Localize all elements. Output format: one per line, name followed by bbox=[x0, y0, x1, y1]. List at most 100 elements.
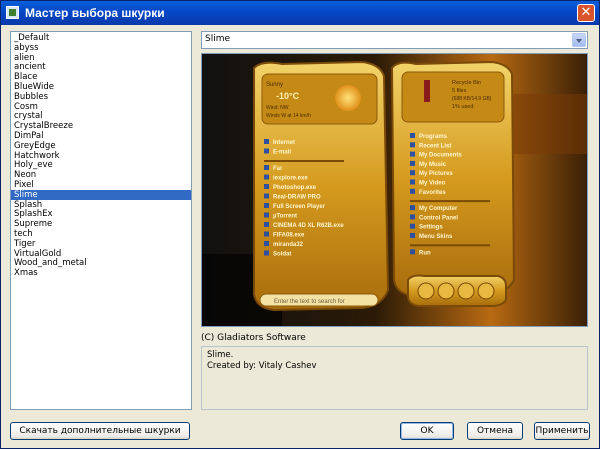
preview-menu-item: µTorrent bbox=[273, 214, 297, 220]
preview-bubble-button-icon bbox=[457, 282, 475, 300]
skin-list-item[interactable]: alien bbox=[11, 53, 191, 63]
skin-preview: Sunny -10°C Wind: NW Winds W at 14 km/h … bbox=[201, 53, 588, 327]
preview-menu-item: Menu Skins bbox=[419, 234, 453, 240]
preview-menu-item: Settings bbox=[419, 225, 443, 231]
preview-menu-item: CINEMA 4D XL R62B.exe bbox=[273, 223, 344, 229]
preview-menu-item: Photoshop.exe bbox=[273, 185, 317, 191]
menu-item-icon bbox=[410, 151, 415, 157]
skin-list-item[interactable]: tech bbox=[11, 229, 191, 239]
recycle-title: Recycle Bin bbox=[452, 80, 481, 86]
weather-city: Sunny bbox=[266, 82, 283, 88]
skin-list-item[interactable]: crystal bbox=[11, 111, 191, 121]
menu-item-icon bbox=[410, 214, 415, 220]
sun-icon bbox=[335, 85, 361, 111]
copyright-label: (C) Gladiators Software bbox=[201, 333, 306, 343]
preview-menu-item: Real-DRAW PRO bbox=[273, 195, 321, 201]
preview-bubble-button-icon bbox=[437, 282, 455, 300]
description-line-2: Created by: Vitaly Cashev bbox=[207, 361, 317, 371]
skin-list-item[interactable]: Tiger bbox=[11, 239, 191, 249]
skin-wizard-window: Мастер выбора шкурки ✕ _Default abyss alie… bbox=[0, 0, 600, 449]
menu-item-icon bbox=[264, 212, 269, 218]
skin-list-item[interactable]: Cosm bbox=[11, 102, 191, 112]
preview-menu-item: My Documents bbox=[419, 153, 462, 159]
preview-bubble-button-icon bbox=[477, 282, 495, 300]
menu-item-icon bbox=[264, 165, 269, 170]
skin-list-item[interactable]: Supreme bbox=[11, 219, 191, 229]
ok-button[interactable]: OK bbox=[400, 422, 454, 440]
menu-separator bbox=[410, 200, 490, 203]
skin-list-item[interactable]: Wood_and_metal bbox=[11, 258, 191, 268]
skin-list-item[interactable]: BlueWide bbox=[11, 82, 191, 92]
recycle-files: 5 files bbox=[452, 88, 467, 94]
skin-list-item[interactable]: Pixel bbox=[11, 180, 191, 190]
menu-item-icon bbox=[410, 205, 415, 211]
skin-dropdown-value: Slime bbox=[205, 34, 231, 44]
description-line-1: Slime. bbox=[207, 350, 234, 360]
menu-item-icon bbox=[410, 223, 415, 229]
preview-menu-item: miranda32 bbox=[273, 242, 304, 248]
menu-item-icon bbox=[264, 203, 269, 208]
title-bar[interactable]: Мастер выбора шкурки ✕ bbox=[1, 1, 599, 25]
preview-menu-item: My Music bbox=[419, 162, 447, 168]
skin-list-item[interactable]: abyss bbox=[11, 43, 191, 53]
menu-item-icon bbox=[264, 139, 269, 144]
skin-list-item[interactable]: _Default bbox=[11, 33, 191, 43]
skin-list-item[interactable]: CrystalBreeze bbox=[11, 121, 191, 131]
menu-item-icon bbox=[410, 249, 415, 255]
menu-item-icon bbox=[410, 142, 415, 148]
skin-list-item[interactable]: Xmas bbox=[11, 268, 191, 278]
menu-item-icon bbox=[264, 231, 269, 237]
recycle-gauge-icon bbox=[424, 80, 430, 102]
menu-item-icon bbox=[264, 184, 269, 189]
menu-item-icon bbox=[264, 193, 269, 199]
skin-list[interactable]: _Default abyss alien ancient Blace BlueWide Bu… bbox=[10, 31, 192, 410]
skin-description: Slime. Created by: Vitaly Cashev bbox=[201, 346, 588, 410]
skin-list-item[interactable]: Slime bbox=[11, 189, 191, 200]
skin-list-item[interactable]: Bubbles bbox=[11, 92, 191, 102]
skin-list-item[interactable]: Holy_eve bbox=[11, 160, 191, 170]
preview-menu-item: Full Screen Player bbox=[273, 204, 326, 210]
preview-menu-item: Internet bbox=[273, 140, 295, 146]
recycle-used: 1% used bbox=[452, 104, 473, 110]
skin-list-item[interactable]: Splash bbox=[11, 200, 191, 210]
preview-menu-item: Control Panel bbox=[419, 215, 458, 221]
menu-separator bbox=[410, 244, 490, 247]
preview-menu-item: Favorites bbox=[419, 190, 446, 196]
preview-menu-item: E-mail bbox=[273, 150, 291, 156]
preview-bubble-button-icon bbox=[417, 282, 435, 300]
chevron-down-icon[interactable] bbox=[572, 33, 586, 47]
skin-list-item[interactable]: DimPal bbox=[11, 131, 191, 141]
menu-item-icon bbox=[264, 222, 269, 227]
apply-button[interactable]: Применить bbox=[534, 422, 590, 440]
skin-list-item[interactable]: Neon bbox=[11, 170, 191, 180]
preview-menu-item: FIFA08.exe bbox=[273, 233, 305, 239]
preview-menu-item: My Pictures bbox=[419, 171, 453, 177]
skin-list-item[interactable]: ancient bbox=[11, 62, 191, 72]
download-skins-button[interactable]: Скачать дополнительные шкурки bbox=[10, 422, 190, 440]
preview-menu-item: My Computer bbox=[419, 206, 458, 212]
menu-item-icon bbox=[264, 241, 269, 246]
skin-list-item[interactable]: SplashEx bbox=[11, 209, 191, 219]
skin-dropdown[interactable]: Slime bbox=[201, 31, 588, 49]
preview-menu-item: My Video bbox=[419, 181, 446, 187]
menu-item-icon bbox=[410, 179, 415, 185]
menu-item-icon bbox=[264, 250, 269, 256]
skin-list-item[interactable]: GreyEdge bbox=[11, 141, 191, 151]
preview-menu-item: Programs bbox=[419, 134, 448, 140]
cancel-button[interactable]: Отмена bbox=[467, 422, 523, 440]
preview-menu-item: Far bbox=[273, 166, 283, 172]
menu-item-icon bbox=[410, 133, 415, 138]
menu-item-icon bbox=[410, 160, 415, 166]
weather-line2: Winds W at 14 km/h bbox=[266, 113, 311, 119]
skin-list-items: _Default abyss alien ancient Blace BlueWide Bu… bbox=[11, 32, 191, 278]
preview-menu-item: Run bbox=[419, 250, 431, 256]
menu-item-icon bbox=[410, 188, 415, 194]
menu-item-icon bbox=[264, 174, 269, 180]
preview-menu-item: Soldat bbox=[273, 252, 291, 258]
skin-list-item[interactable]: VirtualGold bbox=[11, 249, 191, 259]
close-icon[interactable]: ✕ bbox=[577, 4, 595, 22]
skin-list-item[interactable]: Blace bbox=[11, 72, 191, 82]
menu-item-icon bbox=[264, 148, 269, 154]
menu-item-icon bbox=[410, 170, 415, 176]
skin-list-item[interactable]: Hatchwork bbox=[11, 151, 191, 161]
